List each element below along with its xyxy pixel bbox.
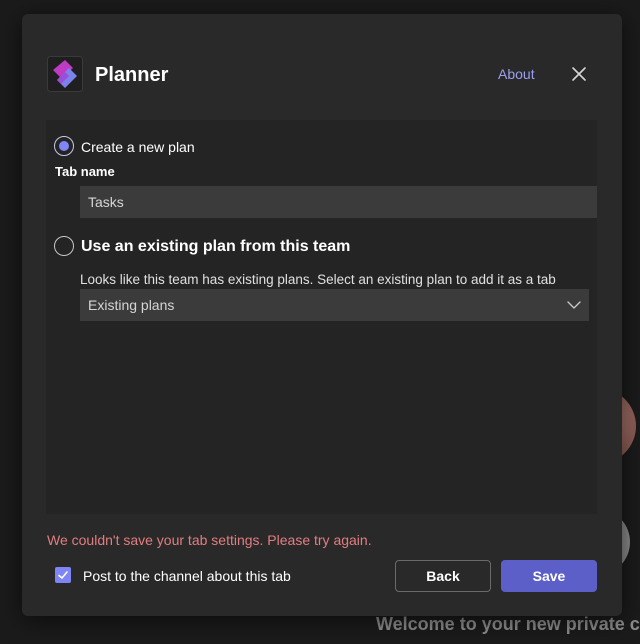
about-link[interactable]: About bbox=[498, 66, 535, 82]
tab-name-label: Tab name bbox=[55, 164, 115, 179]
close-icon[interactable] bbox=[569, 64, 589, 84]
error-message: We couldn't save your tab settings. Plea… bbox=[47, 532, 372, 548]
chevron-down-icon bbox=[567, 301, 581, 309]
planner-logo-icon bbox=[47, 56, 83, 92]
planner-dialog: Planner About Create a new plan Tab name… bbox=[22, 14, 622, 616]
save-button[interactable]: Save bbox=[501, 560, 597, 592]
existing-plans-value: Existing plans bbox=[88, 297, 175, 313]
post-to-channel-checkbox[interactable] bbox=[55, 567, 71, 583]
app-title: Planner bbox=[95, 64, 169, 86]
use-existing-plan-label: Use an existing plan from this team bbox=[81, 238, 351, 255]
checkmark-icon bbox=[58, 571, 68, 579]
existing-plans-description: Looks like this team has existing plans.… bbox=[80, 272, 556, 287]
post-to-channel-label: Post to the channel about this tab bbox=[83, 568, 291, 584]
use-existing-plan-radio[interactable] bbox=[54, 236, 74, 256]
back-button[interactable]: Back bbox=[395, 560, 491, 592]
existing-plans-dropdown[interactable]: Existing plans bbox=[80, 289, 589, 321]
tab-name-input[interactable] bbox=[80, 186, 597, 218]
background-welcome-text: Welcome to your new private cl bbox=[376, 614, 640, 634]
create-new-plan-label: Create a new plan bbox=[81, 139, 195, 155]
create-new-plan-radio[interactable] bbox=[54, 136, 74, 156]
